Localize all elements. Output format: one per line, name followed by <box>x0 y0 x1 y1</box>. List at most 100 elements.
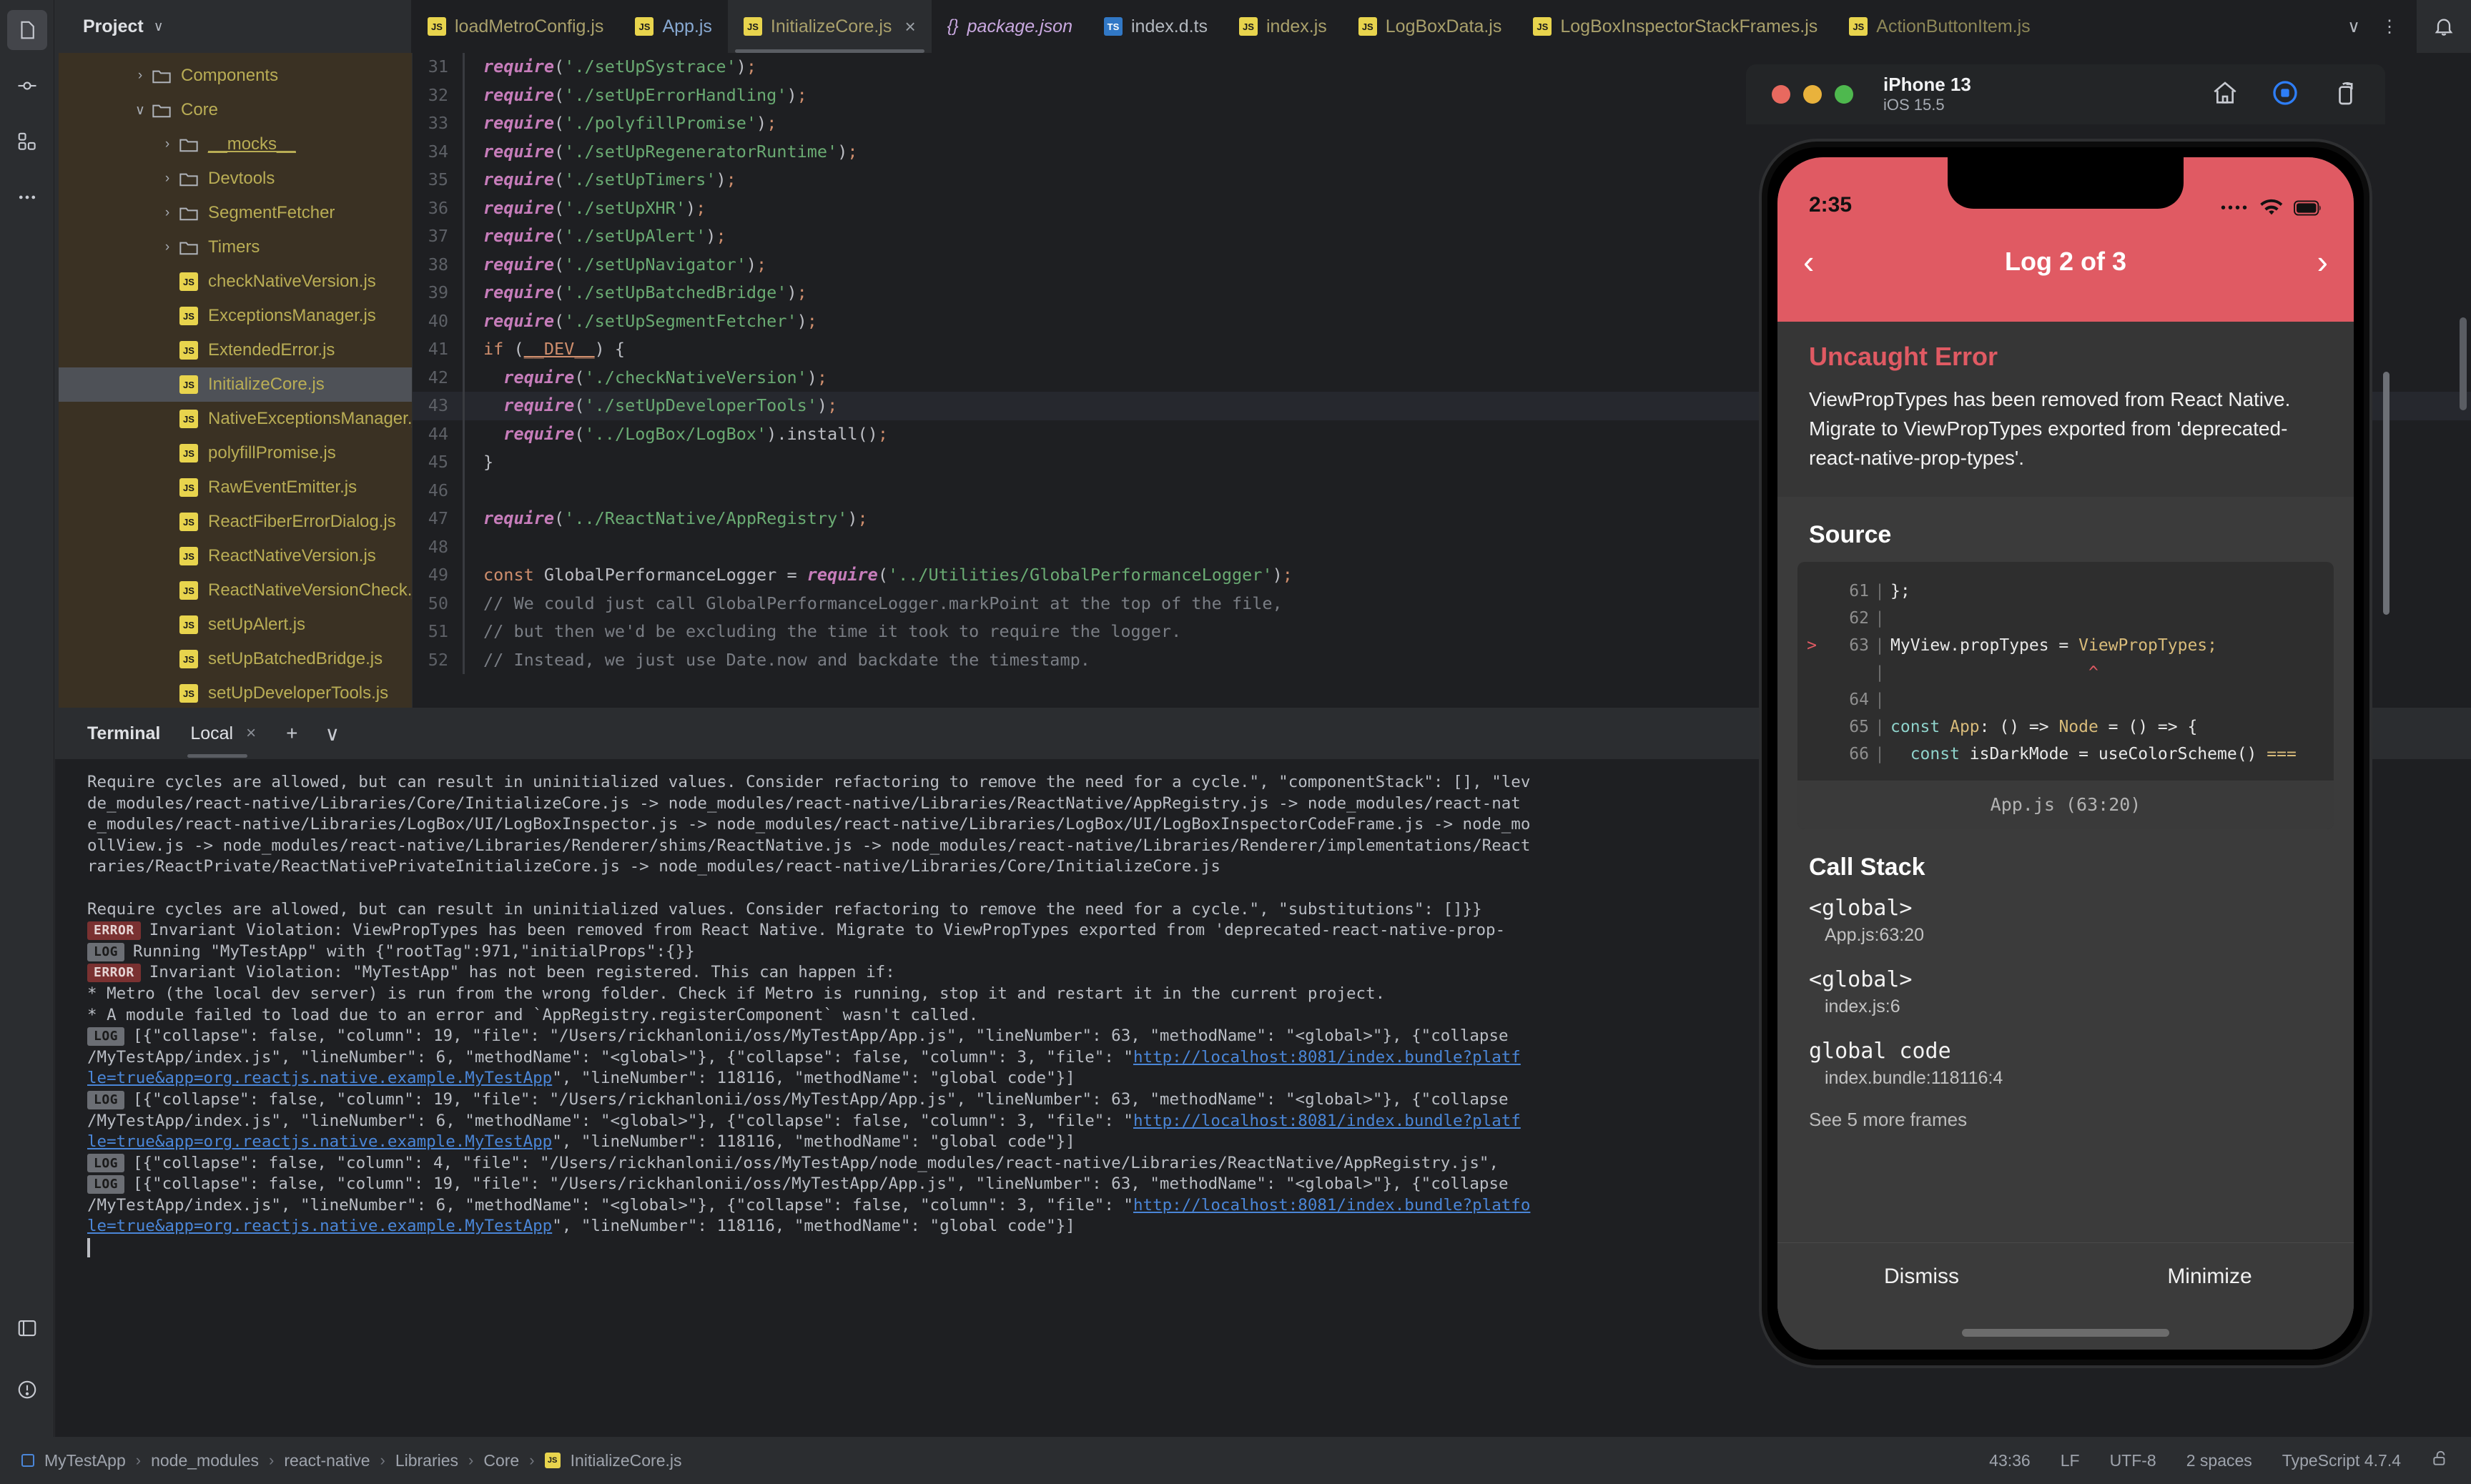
terminal-link[interactable]: http://localhost:8081/index.bundle?platf <box>1133 1111 1521 1132</box>
commit-tool-button[interactable] <box>7 66 47 106</box>
tree-item-ExtendedError-js[interactable]: ›JS ExtendedError.js <box>55 333 412 367</box>
more-tools-button[interactable] <box>7 177 47 217</box>
tree-item-ReactNativeVersion-js[interactable]: ›JS ReactNativeVersion.js <box>55 539 412 573</box>
terminal-text: ollView.js -> node_modules/react-native/… <box>87 836 1531 855</box>
editor-tab-label: package.json <box>967 16 1072 36</box>
line-separator[interactable]: LF <box>2061 1451 2080 1470</box>
zoom-window-button[interactable] <box>1835 85 1853 104</box>
tree-item-setUpDeveloperTools-js[interactable]: ›JS setUpDeveloperTools.js <box>55 676 412 708</box>
terminal-link[interactable]: le=true&app=org.reactjs.native.example.M… <box>87 1068 552 1089</box>
close-window-button[interactable] <box>1772 85 1790 104</box>
code-text: require('./setUpSegmentFetcher'); <box>483 310 817 331</box>
chevron-right-icon[interactable]: › <box>158 137 177 152</box>
editor-tab-App-js[interactable]: JS App.js <box>619 0 727 53</box>
ios-simulator-window: iPhone 13 iOS 15.5 2:35 •••• ‹ Log 2 of … <box>1746 64 2389 1367</box>
tree-item-InitializeCore-js[interactable]: ›JS InitializeCore.js <box>55 367 412 402</box>
tree-item-checkNativeVersion-js[interactable]: ›JS checkNativeVersion.js <box>55 264 412 299</box>
project-tool-button[interactable] <box>6 10 47 50</box>
tree-item-RawEventEmitter-js[interactable]: ›JS RawEventEmitter.js <box>55 470 412 505</box>
simulator-actions <box>2211 79 2359 111</box>
project-tree[interactable]: › Components ∨ Core › __mocks__ › Devtools › Segm… <box>55 53 412 708</box>
tabbar-more-button[interactable]: ⋮ <box>2374 11 2405 42</box>
editor-tab-loadMetroConfig-js[interactable]: JS loadMetroConfig.js <box>412 0 619 53</box>
tree-item-polyfillPromise-js[interactable]: ›JS polyfillPromise.js <box>55 436 412 470</box>
indent-setting[interactable]: 2 spaces <box>2186 1451 2252 1470</box>
terminal-link[interactable]: http://localhost:8081/index.bundle?platf… <box>1133 1195 1530 1217</box>
minimize-window-button[interactable] <box>1803 85 1822 104</box>
see-more-frames-button[interactable]: See 5 more frames <box>1777 1109 2354 1131</box>
terminal-tool-button[interactable] <box>7 1308 47 1348</box>
editor-tab-index-js[interactable]: JS index.js <box>1223 0 1343 53</box>
tree-item-Devtools[interactable]: › Devtools <box>55 162 412 196</box>
breadcrumb-item[interactable]: InitializeCore.js <box>571 1451 682 1470</box>
js-file-icon: JS <box>179 375 198 394</box>
tree-item-ReactFiberErrorDialog-js[interactable]: ›JS ReactFiberErrorDialog.js <box>55 505 412 539</box>
callstack-frame-name: <global> <box>1809 967 1913 992</box>
next-log-button[interactable]: › <box>2317 245 2328 278</box>
breadcrumb-item[interactable]: node_modules <box>151 1451 259 1470</box>
terminal-link[interactable]: http://localhost:8081/index.bundle?platf <box>1133 1047 1521 1069</box>
chevron-right-icon[interactable]: › <box>131 68 149 84</box>
tab-overflow-button[interactable]: ∨ <box>2338 11 2369 42</box>
logbox-scrollbar[interactable] <box>2383 372 2389 615</box>
chevron-right-icon: › <box>158 548 177 564</box>
breadcrumb-item[interactable]: Libraries <box>395 1451 458 1470</box>
callstack-frame[interactable]: <global> index.js:6 <box>1777 966 2354 1019</box>
tree-item-Timers[interactable]: › Timers <box>55 230 412 264</box>
callstack-frame-name: <global> <box>1809 896 1913 921</box>
chevron-right-icon[interactable]: › <box>158 205 177 221</box>
tree-item-Components[interactable]: › Components <box>55 59 412 93</box>
terminal-options-button[interactable]: ∨ <box>325 722 340 746</box>
tree-item-Core[interactable]: ∨ Core <box>55 93 412 127</box>
tree-item-setUpBatchedBridge-js[interactable]: ›JS setUpBatchedBridge.js <box>55 642 412 676</box>
dismiss-button[interactable]: Dismiss <box>1777 1265 2066 1289</box>
editor-scrollbar[interactable] <box>2460 317 2467 410</box>
file-encoding[interactable]: UTF-8 <box>2110 1451 2156 1470</box>
terminal-link[interactable]: le=true&app=org.reactjs.native.example.M… <box>87 1216 552 1237</box>
editor-tab-InitializeCore-js[interactable]: JS InitializeCore.js × <box>727 0 932 53</box>
tree-item-ExceptionsManager-js[interactable]: ›JS ExceptionsManager.js <box>55 299 412 333</box>
minimize-button[interactable]: Minimize <box>2066 1265 2354 1289</box>
chevron-right-icon[interactable]: › <box>158 239 177 255</box>
notifications-button[interactable] <box>2417 0 2471 53</box>
tree-item-ReactNativeVersionCheck-js[interactable]: ›JS ReactNativeVersionCheck.js <box>55 573 412 608</box>
chevron-down-icon[interactable]: ∨ <box>131 102 149 119</box>
callstack-frame[interactable]: <global> App.js:63:20 <box>1777 894 2354 947</box>
structure-tool-button[interactable] <box>7 122 47 162</box>
tree-item---mocks--[interactable]: › __mocks__ <box>55 127 412 162</box>
close-icon[interactable]: × <box>246 723 256 743</box>
tree-item-SegmentFetcher[interactable]: › SegmentFetcher <box>55 196 412 230</box>
caret-position[interactable]: 43:36 <box>1989 1451 2031 1470</box>
callstack-frame[interactable]: global code index.bundle:118116:4 <box>1777 1037 2354 1090</box>
project-panel-header[interactable]: Project ∨ <box>54 0 412 53</box>
prev-log-button[interactable]: ‹ <box>1803 245 1814 278</box>
new-terminal-button[interactable]: + <box>286 722 297 745</box>
terminal-tab-local[interactable]: Local × <box>187 708 259 759</box>
simulator-titlebar[interactable]: iPhone 13 iOS 15.5 <box>1746 64 2385 124</box>
close-icon[interactable]: × <box>904 16 915 38</box>
tree-item-NativeExceptionsManager-js[interactable]: ›JS NativeExceptionsManager.js <box>55 402 412 436</box>
terminal-link[interactable]: le=true&app=org.reactjs.native.example.M… <box>87 1132 552 1153</box>
logbox-code-frame-location[interactable]: App.js (63:20) <box>1797 781 2334 829</box>
editor-tab-LogBoxData-js[interactable]: JS LogBoxData.js <box>1343 0 1518 53</box>
chevron-down-icon[interactable]: ∨ <box>154 19 164 35</box>
breadcrumb-item[interactable]: MyTestApp <box>44 1451 126 1470</box>
breadcrumb-item[interactable]: react-native <box>284 1451 370 1470</box>
device-screen: 2:35 •••• ‹ Log 2 of 3 › Uncaught Error … <box>1777 157 2354 1350</box>
tree-item-setUpAlert-js[interactable]: ›JS setUpAlert.js <box>55 608 412 642</box>
chevron-right-icon[interactable]: › <box>158 171 177 187</box>
breadcrumb[interactable]: MyTestApp › node_modules › react-native › Libr… <box>0 1451 682 1470</box>
rotate-icon[interactable] <box>2331 79 2359 111</box>
record-icon[interactable] <box>2271 79 2299 111</box>
js-file-icon: JS <box>179 581 198 600</box>
breadcrumb-item[interactable]: Core <box>483 1451 519 1470</box>
editor-tab-ActionButtonItem-js[interactable]: JS ActionButtonItem.js <box>1833 0 2046 53</box>
editor-tab-package-json[interactable]: {} package.json <box>932 0 1088 53</box>
problems-tool-button[interactable] <box>7 1370 47 1410</box>
editor-tab-LogBoxInspectorStackFrames-js[interactable]: JS LogBoxInspectorStackFrames.js <box>1517 0 1833 53</box>
language-version[interactable]: TypeScript 4.7.4 <box>2282 1451 2401 1470</box>
home-icon[interactable] <box>2211 79 2239 111</box>
editor-tab-index-d-ts[interactable]: TS index.d.ts <box>1088 0 1223 53</box>
logbox-code-text: ^ <box>1890 663 2098 682</box>
unlocked-padlock-icon[interactable] <box>2431 1449 2450 1472</box>
